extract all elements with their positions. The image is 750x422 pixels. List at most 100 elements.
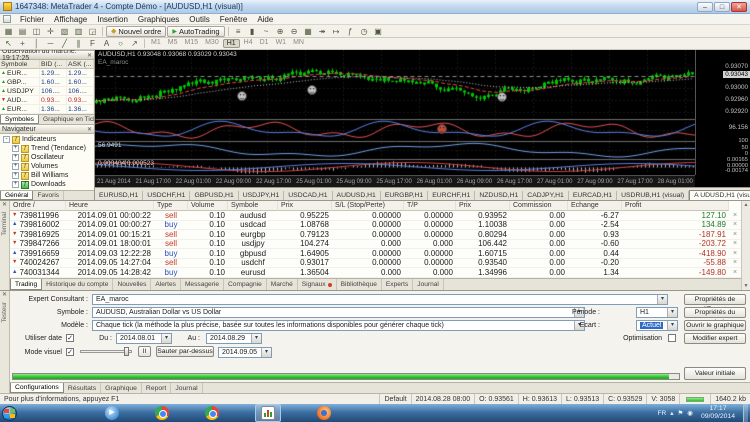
chart-tab[interactable]: EURGBP,H1: [381, 191, 429, 200]
close-icon[interactable]: ✕: [2, 202, 7, 208]
periods-icon[interactable]: ◷: [358, 26, 371, 37]
text-icon[interactable]: A: [100, 38, 113, 49]
menu-item[interactable]: Fichier: [15, 15, 49, 24]
trendline-icon[interactable]: ╱: [58, 38, 71, 49]
symbol-properties-button[interactable]: Propriétés du symbole: [684, 307, 746, 326]
volume-icon[interactable]: ◉: [687, 409, 693, 417]
navigator-item[interactable]: + f Downloads: [0, 180, 94, 189]
initial-value-button[interactable]: Valeur initiale: [684, 367, 746, 380]
timeframe-button[interactable]: M30: [202, 39, 222, 48]
timeframe-button[interactable]: D1: [257, 39, 272, 48]
terminal-tab[interactable]: Historique du compte: [42, 279, 114, 290]
auto-scroll-icon[interactable]: ↠: [316, 26, 329, 37]
chart-tab[interactable]: USDCHF,H1: [143, 191, 191, 200]
tree-expand-icon[interactable]: +: [12, 172, 19, 179]
tester-tab[interactable]: Graphique: [101, 383, 142, 393]
column-header[interactable]: Symbole: [0, 60, 40, 69]
zoom-out-icon[interactable]: ⊖: [288, 26, 301, 37]
column-header[interactable]: Ordre /: [10, 201, 66, 211]
menu-item[interactable]: Fenêtre: [215, 15, 253, 24]
autotrading-button[interactable]: ▶ AutoTrading: [167, 25, 225, 37]
to-date-select[interactable]: 2014.08.29: [206, 333, 262, 344]
close-icon[interactable]: ✕: [2, 292, 7, 298]
close-position-icon[interactable]: ×: [729, 212, 741, 219]
chart-tab[interactable]: EURUSD,H1: [95, 191, 144, 200]
order-row[interactable]: 739811996 2014.09.01 00:00:22 sell 0.10 …: [10, 211, 741, 221]
visual-mode-checkbox[interactable]: ✓: [66, 348, 74, 356]
chart-tab[interactable]: CADJPY,H1: [523, 191, 569, 200]
close-icon[interactable]: ✕: [87, 126, 92, 133]
price-scale[interactable]: 0.93070 0.93043 0.93000 0.92960 0.92920 …: [695, 50, 750, 175]
slider-handle[interactable]: [124, 347, 129, 356]
channel-icon[interactable]: ∥: [72, 38, 85, 49]
flag-icon[interactable]: ⚑: [677, 409, 683, 417]
tester-tab[interactable]: Résultats: [64, 383, 102, 393]
skip-button[interactable]: Sauter par-dessus: [156, 346, 214, 357]
order-row[interactable]: 739816002 2014.09.01 00:00:27 buy 0.10 u…: [10, 220, 741, 230]
terminal-tab[interactable]: Messagerie: [181, 279, 225, 290]
terminal-tab[interactable]: Marché: [267, 279, 298, 290]
order-row[interactable]: 739916659 2014.09.03 12:22:28 buy 0.10 g…: [10, 249, 741, 259]
market-watch-icon[interactable]: ◫: [30, 26, 43, 37]
order-row[interactable]: 740031344 2014.09.05 14:28:42 buy 0.10 e…: [10, 268, 741, 278]
close-position-icon[interactable]: ×: [729, 269, 741, 276]
market-watch-tab[interactable]: Graphique en Tick: [39, 115, 94, 124]
chart-tab[interactable]: GBPUSD,H1: [190, 191, 239, 200]
chart-shift-icon[interactable]: ↦: [330, 26, 343, 37]
timeframe-button[interactable]: M1: [148, 39, 164, 48]
column-header[interactable]: ASK (...: [67, 60, 94, 69]
cursor-icon[interactable]: ↖: [2, 38, 15, 49]
order-row[interactable]: 739816925 2014.09.01 00:15:21 sell 0.10 …: [10, 230, 741, 240]
terminal-icon[interactable]: ▥: [72, 26, 85, 37]
open-chart-button[interactable]: Ouvrir le graphique: [684, 320, 746, 331]
maximize-button[interactable]: □: [714, 1, 730, 12]
column-header[interactable]: Profit: [622, 201, 729, 211]
tester-tab[interactable]: Configurations: [10, 383, 64, 393]
menu-item[interactable]: Aide: [252, 15, 278, 24]
navigator-tab[interactable]: Général: [0, 191, 34, 200]
line-chart-icon[interactable]: ~: [260, 26, 273, 37]
close-position-icon[interactable]: ×: [729, 240, 741, 247]
timeframe-button[interactable]: M5: [165, 39, 181, 48]
terminal-tab[interactable]: Signaux: [298, 279, 337, 290]
timeframe-button[interactable]: W1: [273, 39, 290, 48]
timeframe-button[interactable]: MN: [290, 39, 307, 48]
navigator-tab[interactable]: Favoris: [33, 191, 65, 200]
tile-windows-icon[interactable]: ▦: [302, 26, 315, 37]
templates-icon[interactable]: ▣: [372, 26, 385, 37]
order-row[interactable]: 739847266 2014.09.01 18:00:01 sell 0.10 …: [10, 239, 741, 249]
navigator-item[interactable]: + f Volumes: [0, 162, 94, 171]
strategy-tester-icon[interactable]: ◲: [86, 26, 99, 37]
terminal-tab[interactable]: Trading: [10, 279, 43, 290]
navigator-item[interactable]: + f Oscillateur: [0, 153, 94, 162]
close-position-icon[interactable]: ×: [729, 221, 741, 228]
chart-tab[interactable]: A UDUSD,H1 (visual): [689, 190, 750, 200]
chart-tab[interactable]: AUDUSD,H1: [333, 191, 381, 200]
chart-tab[interactable]: USDCAD,H1: [284, 191, 333, 200]
language-indicator[interactable]: FR: [658, 410, 667, 417]
close-icon[interactable]: ✕: [87, 52, 92, 59]
column-header[interactable]: Prix: [278, 201, 332, 211]
menu-item[interactable]: Outils: [184, 15, 214, 24]
pause-button[interactable]: II: [138, 346, 151, 357]
crosshair-icon[interactable]: +: [16, 38, 29, 49]
horizontal-line-icon[interactable]: ─: [44, 38, 57, 49]
close-position-icon[interactable]: ×: [729, 231, 741, 238]
terminal-tab[interactable]: Journal: [413, 279, 444, 290]
chart-tab[interactable]: EURCHF,H1: [428, 191, 476, 200]
order-row[interactable]: 740024267 2014.09.05 14:27:04 sell 0.10 …: [10, 258, 741, 268]
tree-expand-icon[interactable]: +: [12, 145, 19, 152]
tree-expand-icon[interactable]: -: [3, 136, 10, 143]
timeframe-button[interactable]: H4: [241, 39, 256, 48]
column-header[interactable]: S/L (Stop/Perte): [332, 201, 404, 211]
column-header[interactable]: Echange: [568, 201, 622, 211]
data-window-icon[interactable]: ✛: [44, 26, 57, 37]
close-position-icon[interactable]: ×: [729, 259, 741, 266]
navigator-item[interactable]: + f Bill Williams: [0, 171, 94, 180]
period-select[interactable]: H1: [636, 307, 678, 318]
tree-expand-icon[interactable]: +: [12, 181, 19, 188]
price-chart-canvas[interactable]: [95, 50, 695, 175]
start-button[interactable]: [2, 405, 17, 421]
expert-properties-button[interactable]: Propriétés de l'Expert: [684, 294, 746, 313]
browser-icon[interactable]: [155, 406, 169, 420]
